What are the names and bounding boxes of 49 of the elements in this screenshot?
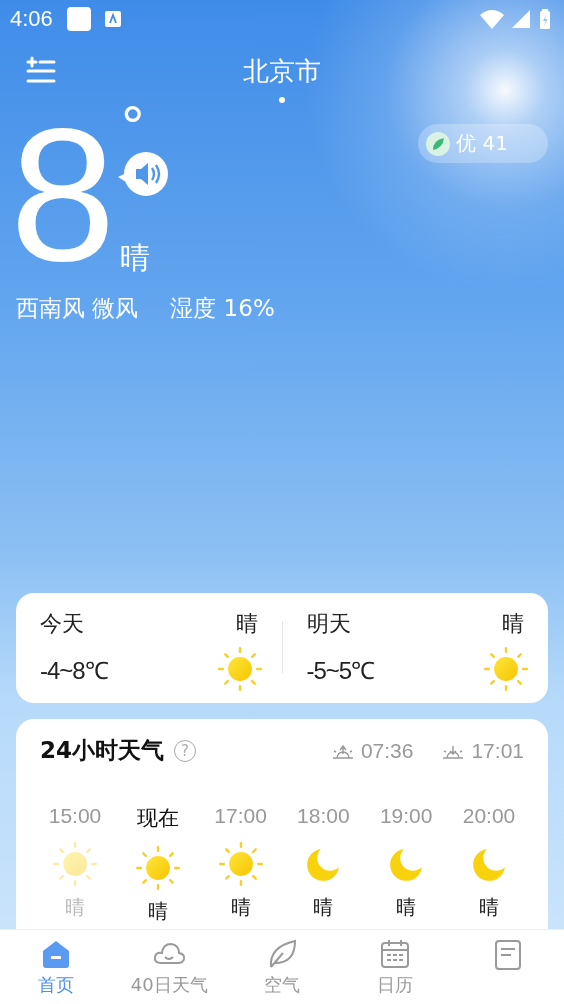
day-label: 明天: [306, 610, 352, 638]
day-condition: 晴: [502, 610, 524, 638]
signal-icon: [512, 10, 530, 28]
nav-tab[interactable]: 日历: [338, 930, 452, 1004]
page-indicator-dot: [279, 97, 285, 103]
app-notification-icon: [104, 11, 121, 27]
nav-tab[interactable]: 40日天气: [112, 930, 226, 1004]
day-label: 今天: [40, 610, 85, 638]
temperature-range: -4~8℃: [40, 655, 109, 686]
hour-condition: 晴: [313, 894, 334, 921]
air-quality-value: 优 41: [456, 130, 508, 157]
day-condition: 晴: [235, 610, 258, 638]
air-quality-badge[interactable]: 优 41: [418, 124, 548, 163]
hour-time: 18:00: [297, 804, 350, 828]
battery-icon: [538, 9, 552, 29]
section-title: 24小时天气: [40, 736, 164, 765]
hour-condition: 晴: [479, 894, 499, 921]
nav-tab[interactable]: 首页: [0, 930, 113, 1004]
sun-icon: [218, 842, 263, 886]
temperature-range: -5~5℃: [306, 655, 376, 686]
city-name[interactable]: 北京市: [243, 54, 321, 89]
sunrise-time: 07:36: [360, 738, 414, 763]
menu-icon: [26, 56, 56, 84]
sun-icon: [484, 647, 528, 691]
hour-condition: 晴: [147, 898, 168, 925]
sun-icon: [217, 647, 262, 691]
wind-info: 西南风 微风: [16, 294, 139, 323]
humidity-info: 湿度 16%: [170, 294, 275, 323]
status-time: 4:06: [10, 6, 53, 32]
weather-condition: 晴: [119, 239, 151, 277]
hour-condition: 晴: [65, 894, 85, 921]
sun-icon: [53, 842, 97, 886]
hour-time: 现在: [136, 805, 179, 832]
hour-time: 19:00: [379, 804, 433, 828]
leaf-icon: [426, 131, 451, 156]
notification-icon: [66, 7, 91, 31]
temperature: 8: [10, 114, 116, 274]
degree-sign: °: [119, 106, 147, 146]
wifi-icon: [480, 9, 504, 29]
hour-condition: 晴: [396, 894, 417, 921]
hour-condition: 晴: [230, 894, 251, 921]
day-forecast[interactable]: 今天 晴 -4~8℃: [40, 609, 258, 691]
hour-time: 15:00: [48, 804, 102, 828]
sunset-time: 17:01: [471, 738, 524, 763]
sun-icon: [135, 846, 180, 890]
hour-time: 17:00: [214, 804, 267, 828]
nav-tab[interactable]: 空气: [225, 930, 339, 1004]
hour-time: 20:00: [462, 804, 516, 828]
day-forecast[interactable]: 明天 晴 -5~5℃: [306, 609, 524, 691]
